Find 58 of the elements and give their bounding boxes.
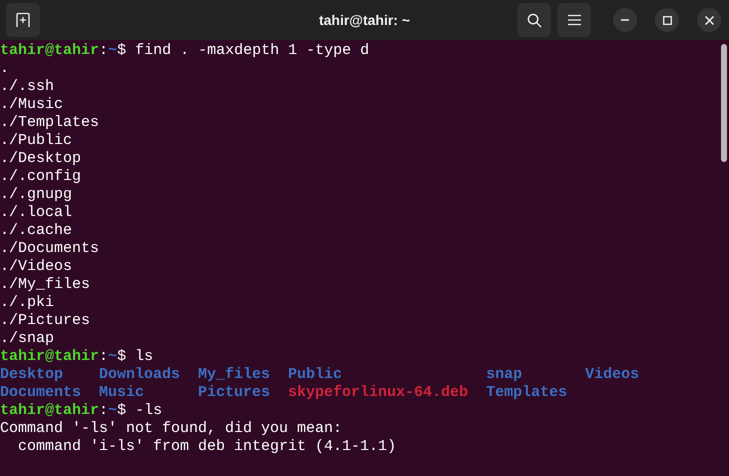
output-line: ./.ssh <box>0 78 54 95</box>
output-line: ./Templates <box>0 114 100 131</box>
prompt-user: tahir@tahir <box>0 402 100 420</box>
maximize-button[interactable] <box>655 8 679 32</box>
output-line: ./Music <box>0 96 64 113</box>
output-line: ./My_files <box>0 276 90 293</box>
close-icon <box>704 16 714 24</box>
file-name: Videos <box>585 366 640 383</box>
output-line: ./.gnupg <box>0 186 72 203</box>
command-text: ls <box>135 348 154 366</box>
file-name: Pictures <box>198 384 270 401</box>
output-line: ./Desktop <box>0 150 82 167</box>
prompt-separator: : <box>99 402 108 420</box>
file-name: Documents <box>0 384 82 401</box>
file-name: Music <box>99 384 144 401</box>
prompt-user: tahir@tahir <box>0 42 100 60</box>
search-icon <box>526 12 542 28</box>
command-text: find . -maxdepth 1 -type d <box>135 42 370 60</box>
prompt-symbol: $ <box>117 42 126 60</box>
file-name: My_files <box>198 366 270 383</box>
close-button[interactable] <box>697 8 721 32</box>
output-line: ./.config <box>0 168 82 185</box>
output-line: ./.cache <box>0 222 72 239</box>
minimize-button[interactable] <box>613 8 637 32</box>
prompt-symbol: $ <box>117 402 126 420</box>
menu-icon <box>568 14 580 26</box>
output-line: ./Public <box>0 132 72 149</box>
search-button[interactable] <box>517 3 551 37</box>
prompt-path: ~ <box>108 402 118 420</box>
new-tab-button[interactable] <box>6 3 40 37</box>
output-line: ./.local <box>0 204 72 221</box>
file-name: snap <box>486 366 522 383</box>
maximize-icon <box>662 16 672 24</box>
output-line: ./Pictures <box>0 312 90 329</box>
minimize-icon <box>621 19 629 21</box>
file-name: Templates <box>486 384 568 401</box>
new-tab-icon <box>15 12 31 28</box>
output-line: ./Videos <box>0 258 72 275</box>
output-line: ./.pki <box>0 294 54 311</box>
file-name: Public <box>288 366 342 383</box>
output-line: . <box>0 60 10 77</box>
command-text: -ls <box>135 402 162 420</box>
output-line: Command '-ls' not found, did you mean: <box>0 420 342 437</box>
menu-button[interactable] <box>557 3 591 37</box>
file-name: skypeforlinux-64.deb <box>288 384 468 401</box>
output-line: command 'i-ls' from deb integrit (4.1-1.1) <box>17 438 396 455</box>
output-line: ./snap <box>0 330 54 347</box>
prompt-path: ~ <box>108 348 118 366</box>
prompt-separator: : <box>99 42 108 60</box>
prompt-path: ~ <box>108 42 118 60</box>
prompt-symbol: $ <box>117 348 126 366</box>
window-title: tahir@tahir: ~ <box>318 10 410 30</box>
file-name: Desktop <box>0 366 64 383</box>
prompt-user: tahir@tahir <box>0 348 100 366</box>
output-line: ./Documents <box>0 240 100 257</box>
prompt-separator: : <box>99 348 108 366</box>
file-name: Downloads <box>99 366 180 383</box>
scrollbar-thumb[interactable] <box>721 44 727 162</box>
